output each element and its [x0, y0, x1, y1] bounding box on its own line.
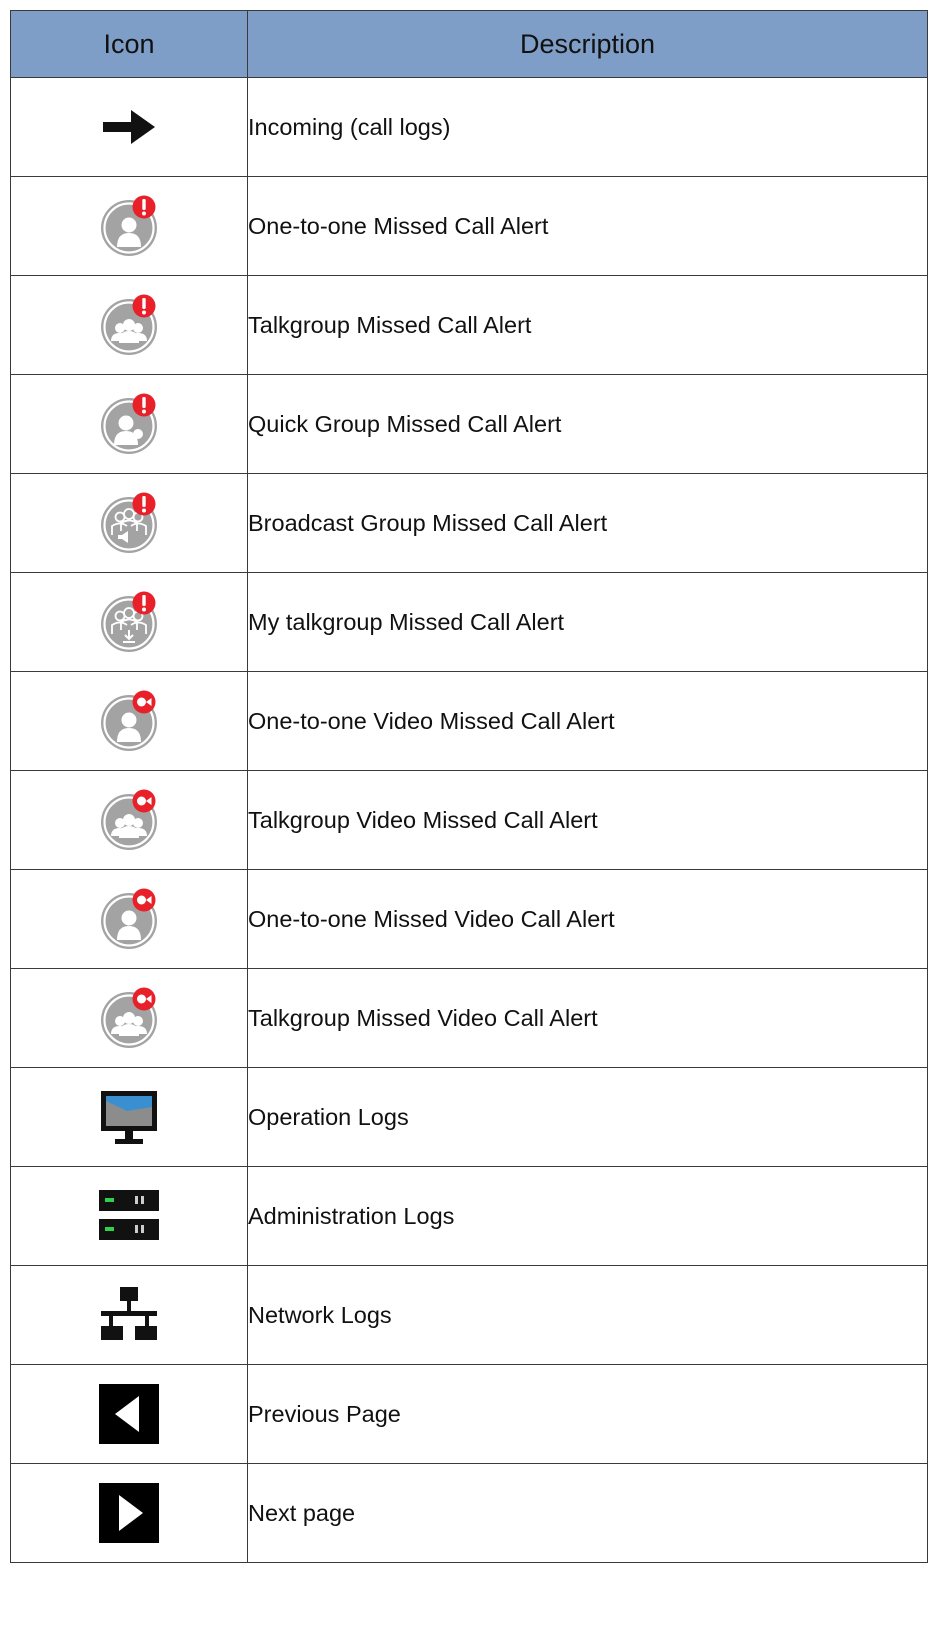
next-page-icon [97, 1481, 161, 1545]
table-row: Talkgroup Missed Video Call Alert [10, 968, 928, 1068]
arrow-right-icon [97, 95, 161, 159]
description-cell: Network Logs [247, 1265, 928, 1365]
table-row: One-to-one Missed Call Alert [10, 176, 928, 276]
icon-cell [10, 1364, 248, 1464]
table-row: Operation Logs [10, 1067, 928, 1167]
description-cell: Broadcast Group Missed Call Alert [247, 473, 928, 573]
table-row: Previous Page [10, 1364, 928, 1464]
icon-cell [10, 1067, 248, 1167]
icon-cell [10, 275, 248, 375]
description-column-header: Description [247, 10, 928, 78]
table-row: Network Logs [10, 1265, 928, 1365]
my-talkgroup-missed-alert-icon [97, 590, 161, 654]
broadcast-group-missed-alert-icon [97, 491, 161, 555]
icon-cell [10, 770, 248, 870]
description-cell: One-to-one Missed Call Alert [247, 176, 928, 276]
person-video-missed-alert-icon [97, 689, 161, 753]
description-cell: Incoming (call logs) [247, 77, 928, 177]
group-video-missed-alert-icon [97, 986, 161, 1050]
network-icon [97, 1283, 161, 1347]
header-row: Icon Description [10, 10, 928, 78]
description-cell: Administration Logs [247, 1166, 928, 1266]
icon-cell [10, 1463, 248, 1563]
monitor-icon [97, 1085, 161, 1149]
table-row: One-to-one Missed Video Call Alert [10, 869, 928, 969]
icon-cell [10, 374, 248, 474]
description-cell: Quick Group Missed Call Alert [247, 374, 928, 474]
description-cell: One-to-one Missed Video Call Alert [247, 869, 928, 969]
group-missed-alert-icon [97, 293, 161, 357]
table-row: Broadcast Group Missed Call Alert [10, 473, 928, 573]
table-row: Talkgroup Video Missed Call Alert [10, 770, 928, 870]
icon-cell [10, 1166, 248, 1266]
icon-cell [10, 968, 248, 1068]
description-cell: Talkgroup Video Missed Call Alert [247, 770, 928, 870]
description-cell: Operation Logs [247, 1067, 928, 1167]
description-cell: Talkgroup Missed Call Alert [247, 275, 928, 375]
icon-cell [10, 869, 248, 969]
previous-page-icon [97, 1382, 161, 1446]
server-icon [97, 1184, 161, 1248]
description-cell: One-to-one Video Missed Call Alert [247, 671, 928, 771]
icon-cell [10, 671, 248, 771]
person-video-missed-alert-icon [97, 887, 161, 951]
table-row: Next page [10, 1463, 928, 1563]
table-row: Incoming (call logs) [10, 77, 928, 177]
icon-cell [10, 1265, 248, 1365]
description-cell: Talkgroup Missed Video Call Alert [247, 968, 928, 1068]
table-row: Quick Group Missed Call Alert [10, 374, 928, 474]
icon-cell [10, 77, 248, 177]
icon-column-header: Icon [10, 10, 248, 78]
icon-legend-table: Icon Description Incoming (call logs) On… [10, 10, 928, 1563]
table-row: Talkgroup Missed Call Alert [10, 275, 928, 375]
description-cell: Next page [247, 1463, 928, 1563]
table-row: My talkgroup Missed Call Alert [10, 572, 928, 672]
icon-cell [10, 176, 248, 276]
table-row: One-to-one Video Missed Call Alert [10, 671, 928, 771]
description-cell: My talkgroup Missed Call Alert [247, 572, 928, 672]
description-cell: Previous Page [247, 1364, 928, 1464]
table-row: Administration Logs [10, 1166, 928, 1266]
person-missed-alert-icon [97, 194, 161, 258]
quick-group-missed-alert-icon [97, 392, 161, 456]
group-video-missed-alert-icon [97, 788, 161, 852]
icon-cell [10, 572, 248, 672]
icon-cell [10, 473, 248, 573]
